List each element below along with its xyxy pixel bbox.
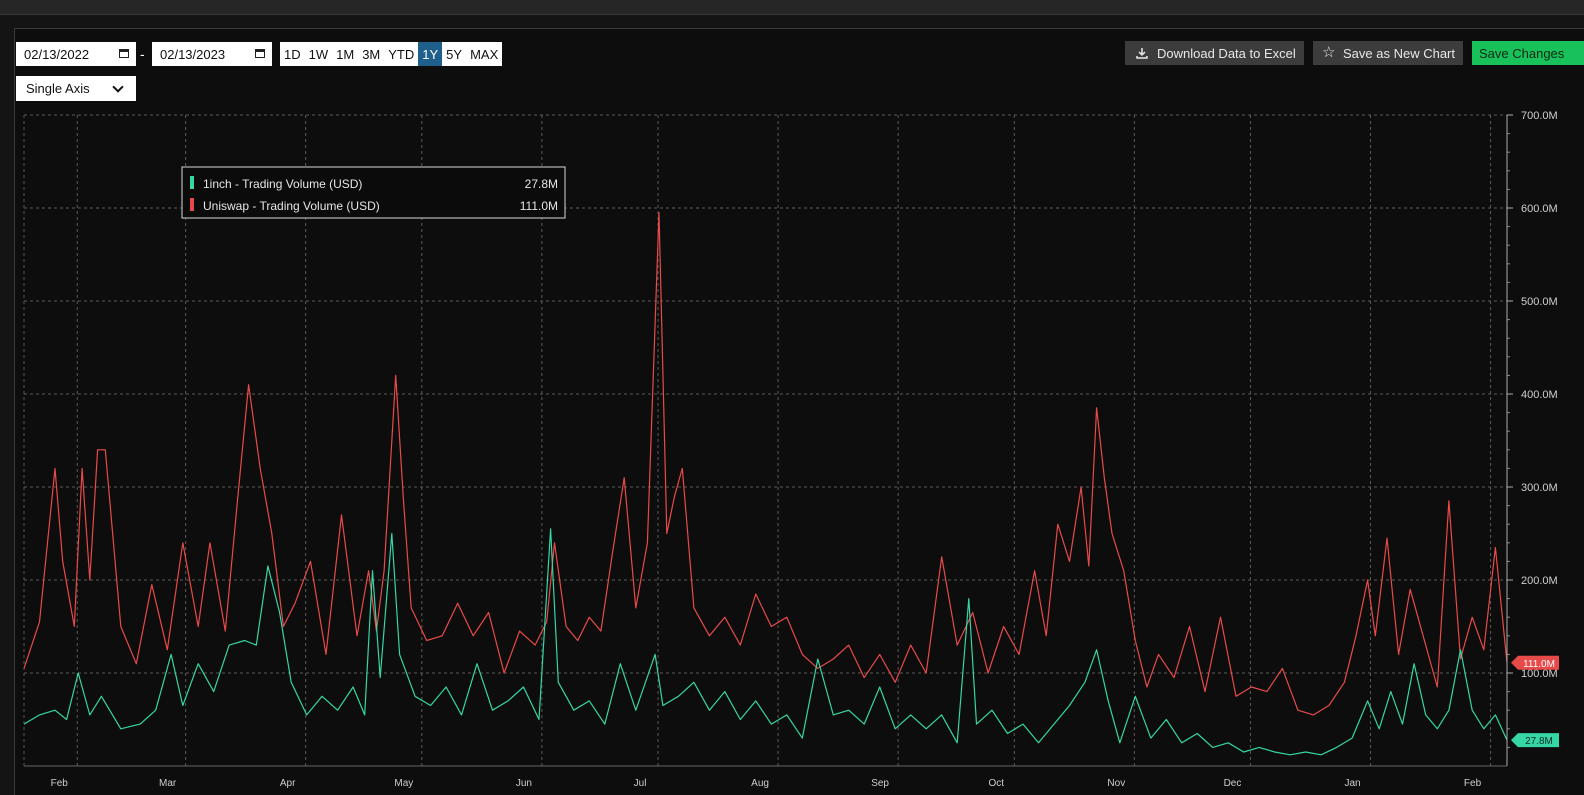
y-tick-label: 700.0M (1521, 110, 1558, 122)
volume-chart[interactable]: 100.0M 200.0M 300.0M 400.0M 500.0M 600.0M 700.… (0, 0, 1584, 794)
tooltip-uniswap-label: Uniswap - Trading Volume (USD) (203, 199, 380, 213)
x-tick-label: Feb (1464, 778, 1482, 789)
x-tick-label: Apr (280, 778, 296, 789)
last-value-labels: 111.0M 27.8M (1511, 655, 1559, 748)
tooltip-uniswap-value: 111.0M (520, 199, 558, 213)
y-tick-label: 300.0M (1521, 482, 1558, 494)
x-tick-label: Sep (871, 778, 889, 789)
y-tick-label: 500.0M (1521, 296, 1558, 308)
y-tick-label: 100.0M (1521, 668, 1558, 680)
x-tick-label: Oct (988, 778, 1004, 789)
chart-tooltip: 1inch - Trading Volume (USD) 27.8M Unisw… (181, 166, 566, 219)
oneinch-series-line (23, 528, 1508, 756)
x-axis: Feb Mar Apr May Jun Jul Aug Sep Oct Nov Dec Jan Feb (24, 765, 1507, 789)
y-tick-label: 400.0M (1521, 389, 1558, 401)
x-tick-label: Jul (634, 778, 647, 789)
oneinch-last-value-label: 27.8M (1511, 733, 1559, 748)
y-tick-label: 600.0M (1521, 203, 1558, 215)
x-tick-label: Aug (751, 778, 769, 789)
y-tick-label: 200.0M (1521, 575, 1558, 587)
x-tick-label: Mar (159, 778, 177, 789)
x-tick-label: May (394, 778, 413, 789)
tooltip-oneinch-label: 1inch - Trading Volume (USD) (203, 177, 362, 191)
x-tick-label: Dec (1224, 778, 1242, 789)
uniswap-series-line (23, 212, 1508, 716)
last-value-text: 111.0M (1523, 659, 1555, 670)
last-value-text: 27.8M (1525, 736, 1553, 747)
uniswap-last-value-label: 111.0M (1511, 655, 1559, 670)
x-tick-label: Jun (516, 778, 532, 789)
x-tick-label: Jan (1344, 778, 1360, 789)
x-tick-label: Feb (51, 778, 69, 789)
x-tick-label: Nov (1107, 778, 1125, 789)
tooltip-oneinch-value: 27.8M (525, 177, 558, 191)
